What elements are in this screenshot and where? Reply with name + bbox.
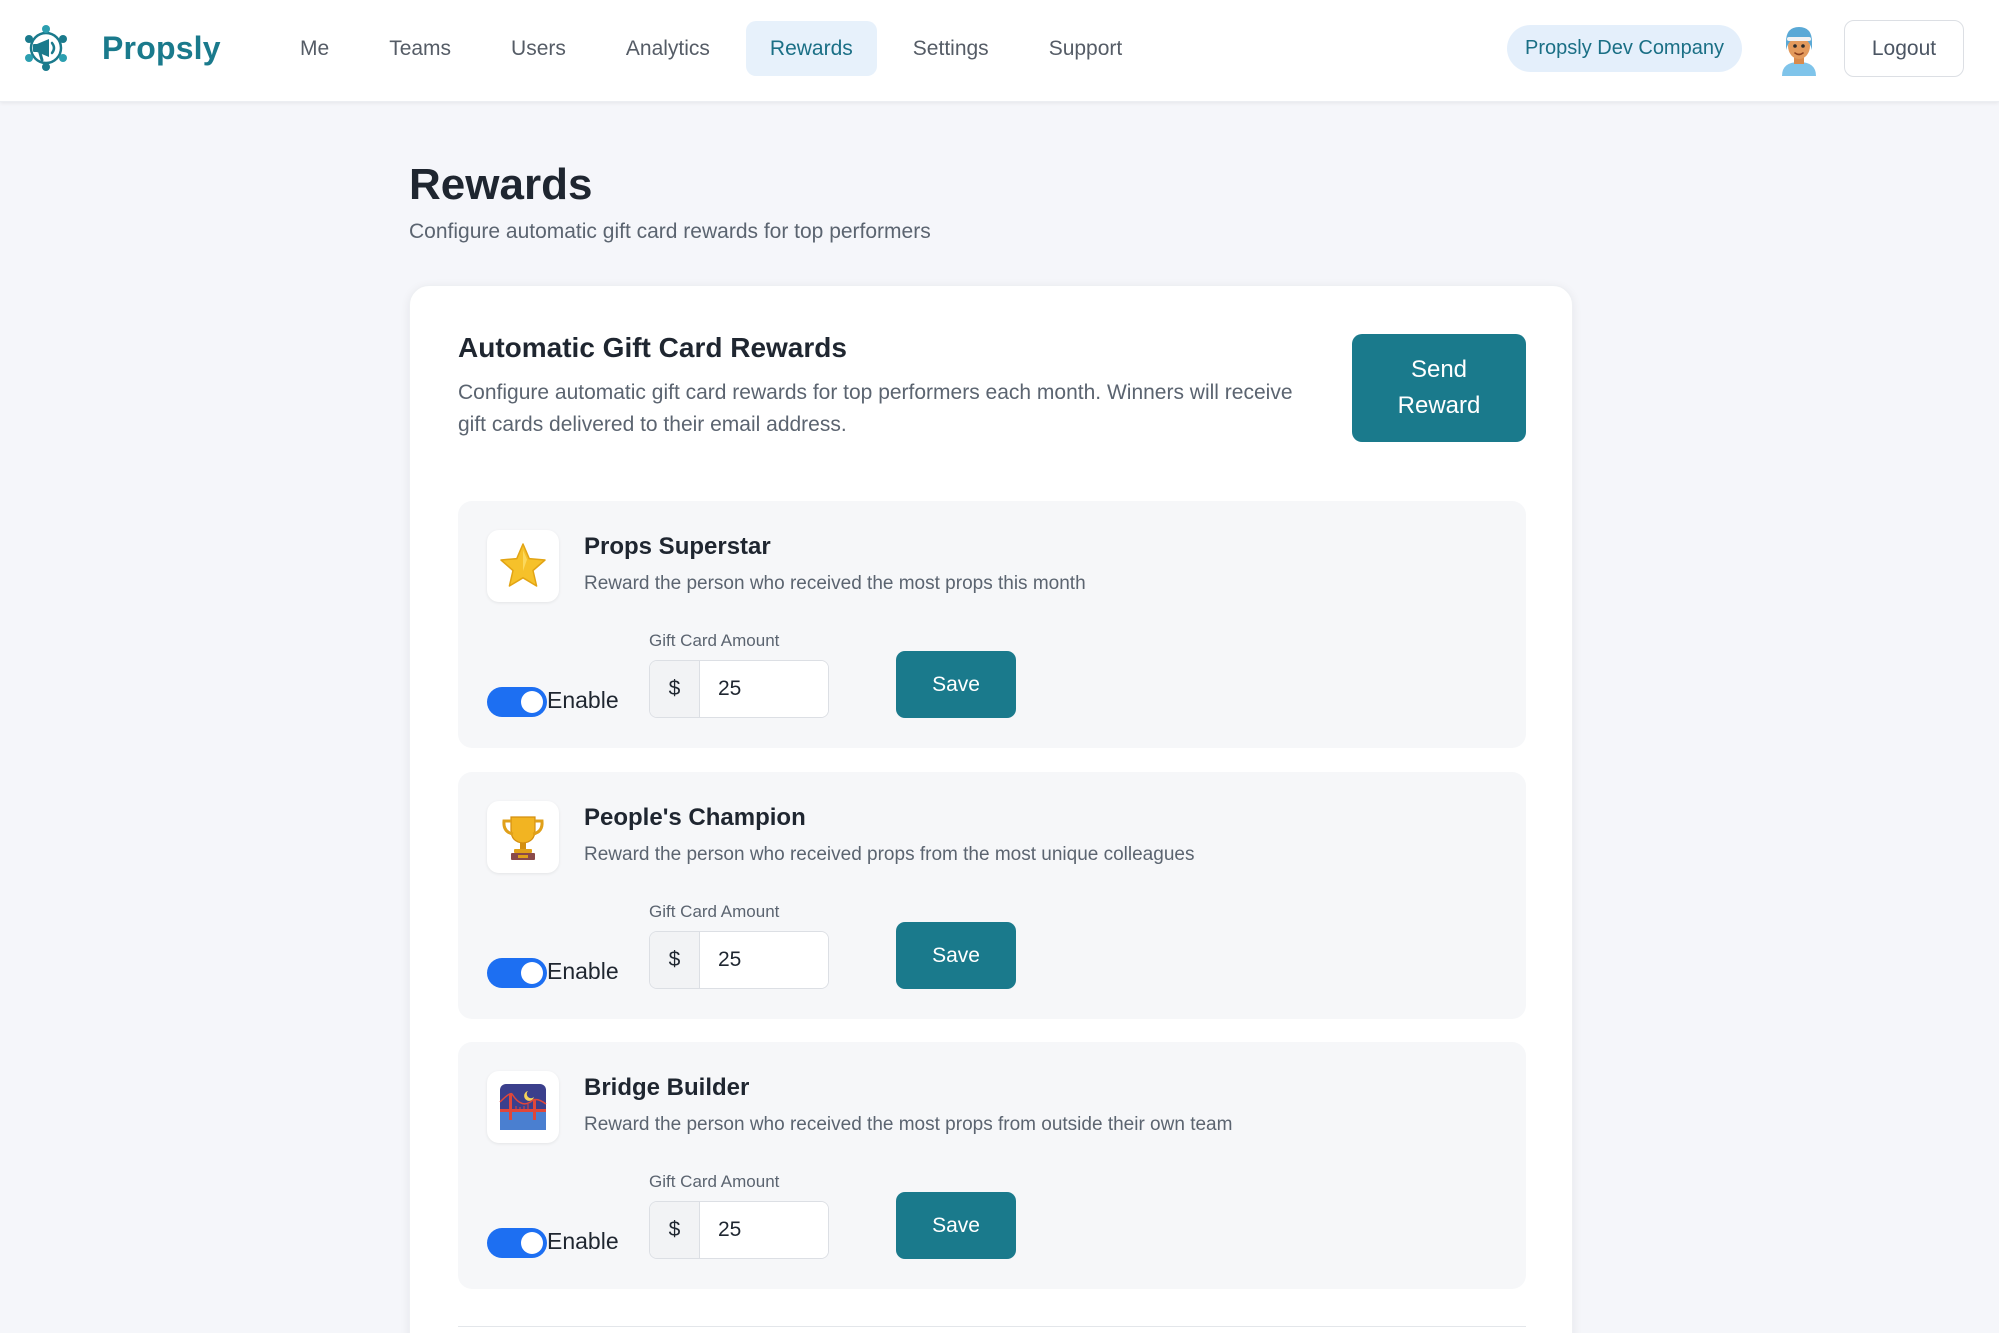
- gift-card-amount-label: Gift Card Amount: [649, 902, 780, 921]
- gift-card-amount-input[interactable]: [700, 932, 828, 988]
- reward-description: Reward the person who received the most …: [584, 1114, 1233, 1135]
- gift-card-amount-label: Gift Card Amount: [649, 631, 780, 650]
- star-icon: [500, 543, 546, 587]
- toggle-knob: [521, 1232, 543, 1254]
- logout-button[interactable]: Logout: [1844, 20, 1964, 77]
- user-avatar-icon[interactable]: [1776, 24, 1822, 76]
- page-title: Rewards: [409, 160, 593, 209]
- reward-icon-box: [487, 530, 559, 602]
- currency-prefix: $: [650, 932, 700, 988]
- reward-title: People's Champion: [584, 804, 806, 831]
- enable-toggle[interactable]: [487, 1228, 547, 1258]
- gift-card-amount-field: $: [649, 1201, 829, 1259]
- reward-props-superstar: Props Superstar Reward the person who re…: [458, 501, 1526, 748]
- page-subtitle: Configure automatic gift card rewards fo…: [409, 220, 931, 243]
- reward-description: Reward the person who received props fro…: [584, 844, 1195, 865]
- nav-item-users[interactable]: Users: [487, 21, 590, 76]
- brand[interactable]: Propsly: [20, 22, 221, 74]
- trophy-icon: [502, 816, 544, 860]
- gift-card-amount-field: $: [649, 660, 829, 718]
- section-divider: [458, 1326, 1526, 1327]
- send-reward-button[interactable]: Send Reward: [1352, 334, 1526, 442]
- nav-item-teams[interactable]: Teams: [365, 21, 475, 76]
- enable-label: Enable: [547, 1228, 619, 1254]
- gift-card-amount-label: Gift Card Amount: [649, 1172, 780, 1191]
- reward-icon-box: [487, 1071, 559, 1143]
- nav-item-rewards[interactable]: Rewards: [745, 21, 877, 76]
- gift-card-amount-input[interactable]: [700, 661, 828, 717]
- nav-item-me[interactable]: Me: [276, 21, 353, 76]
- reward-peoples-champion: People's Champion Reward the person who …: [458, 772, 1526, 1019]
- top-nav-bar: Propsly Me Teams Users Analytics Rewards…: [0, 0, 1999, 102]
- card-description: Configure automatic gift card rewards fo…: [458, 381, 1293, 436]
- enable-label: Enable: [547, 958, 619, 984]
- gift-card-rewards-card: Automatic Gift Card Rewards Configure au…: [409, 285, 1573, 1333]
- main-nav: Me Teams Users Analytics Rewards Setting…: [276, 21, 1158, 76]
- gift-card-amount-field: $: [649, 931, 829, 989]
- reward-description: Reward the person who received the most …: [584, 573, 1086, 594]
- save-button[interactable]: Save: [896, 651, 1016, 718]
- enable-label: Enable: [547, 687, 619, 713]
- enable-toggle[interactable]: [487, 958, 547, 988]
- bridge-at-night-icon: [499, 1084, 547, 1130]
- nav-item-settings[interactable]: Settings: [889, 21, 1013, 76]
- reward-icon-box: [487, 801, 559, 873]
- currency-prefix: $: [650, 1202, 700, 1258]
- enable-toggle[interactable]: [487, 687, 547, 717]
- currency-prefix: $: [650, 661, 700, 717]
- company-badge[interactable]: Propsly Dev Company: [1507, 25, 1742, 72]
- reward-title: Props Superstar: [584, 533, 771, 560]
- brand-name: Propsly: [102, 29, 221, 66]
- nav-item-analytics[interactable]: Analytics: [602, 21, 734, 76]
- toggle-knob: [521, 691, 543, 713]
- nav-item-support[interactable]: Support: [1025, 21, 1147, 76]
- toggle-knob: [521, 962, 543, 984]
- megaphone-globe-logo-icon: [25, 25, 67, 71]
- gift-card-amount-input[interactable]: [700, 1202, 828, 1258]
- card-title: Automatic Gift Card Rewards: [458, 332, 847, 363]
- save-button[interactable]: Save: [896, 922, 1016, 989]
- reward-bridge-builder: Bridge Builder Reward the person who rec…: [458, 1042, 1526, 1289]
- reward-title: Bridge Builder: [584, 1074, 750, 1101]
- save-button[interactable]: Save: [896, 1192, 1016, 1259]
